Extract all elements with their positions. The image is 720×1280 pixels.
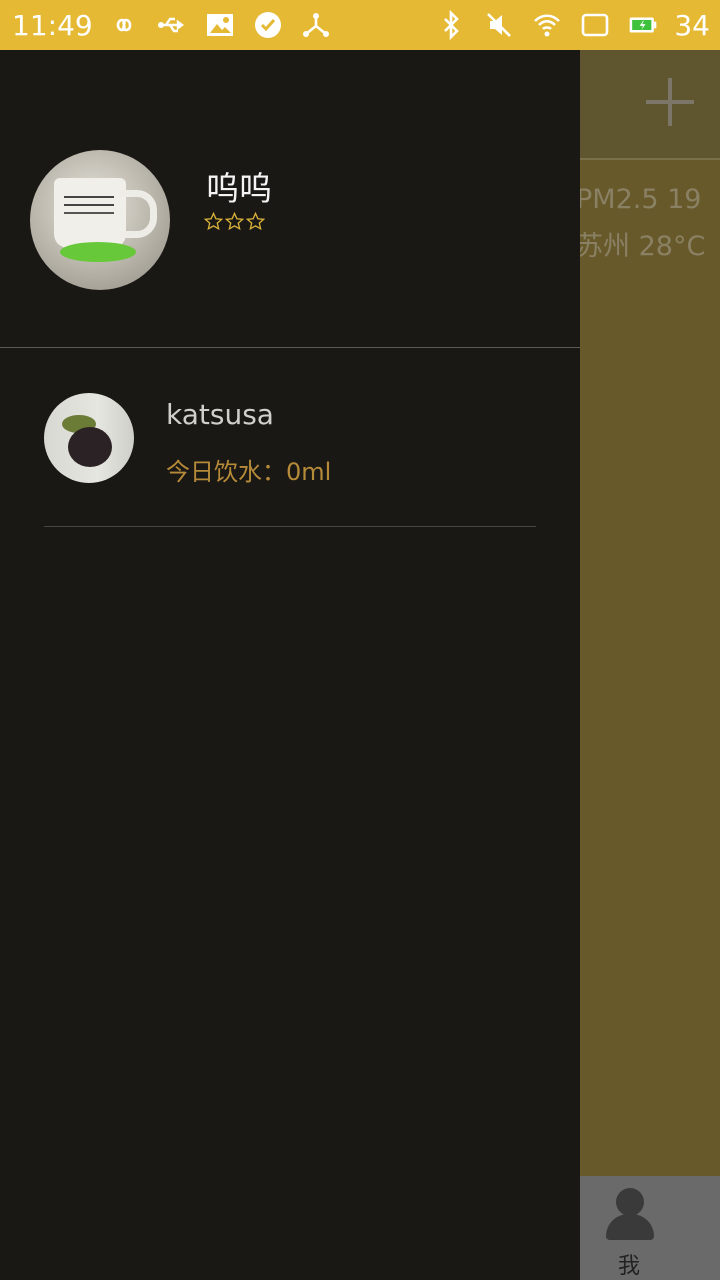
star-icon	[204, 212, 223, 231]
friend-water-today: 今日饮水：0ml	[166, 458, 332, 486]
tab-me[interactable]: 我	[580, 1176, 720, 1280]
usb-icon	[155, 10, 189, 40]
profile-avatar[interactable]	[30, 150, 170, 290]
profile-name: 呜呜	[206, 169, 272, 208]
person-icon	[604, 1188, 656, 1242]
mute-icon	[482, 10, 516, 40]
divider	[0, 347, 580, 348]
friend-avatar	[44, 393, 134, 483]
share-icon	[299, 10, 333, 40]
status-time: 11:49	[12, 8, 93, 42]
bluetooth-icon	[434, 10, 468, 40]
list-item-friend[interactable]: katsusa 今日饮水：0ml	[0, 380, 580, 526]
battery-icon	[626, 10, 660, 40]
weather-text: 苏州 28°C	[576, 231, 706, 262]
star-icon	[225, 212, 244, 231]
star-icon	[246, 212, 265, 231]
check-circle-icon	[251, 10, 285, 40]
infinity-icon	[107, 10, 141, 40]
status-bar: 11:49 34	[0, 0, 720, 50]
profile-rating	[204, 212, 265, 231]
add-icon[interactable]	[646, 78, 694, 126]
navigation-drawer: 呜呜 katsusa 今日饮水：0ml	[0, 50, 580, 1280]
pm25-text: PM2.5 19	[576, 184, 702, 215]
screen-icon	[578, 10, 612, 40]
tab-me-label: 我	[618, 1254, 641, 1279]
wifi-icon	[530, 10, 564, 40]
divider	[44, 526, 536, 527]
friend-name: katsusa	[166, 398, 274, 431]
screen: 11:49 34 PM2.5 19 苏州 28°C 我 呜呜 katsusa 今…	[0, 0, 720, 1280]
image-icon	[203, 10, 237, 40]
battery-level: 34	[674, 8, 710, 42]
